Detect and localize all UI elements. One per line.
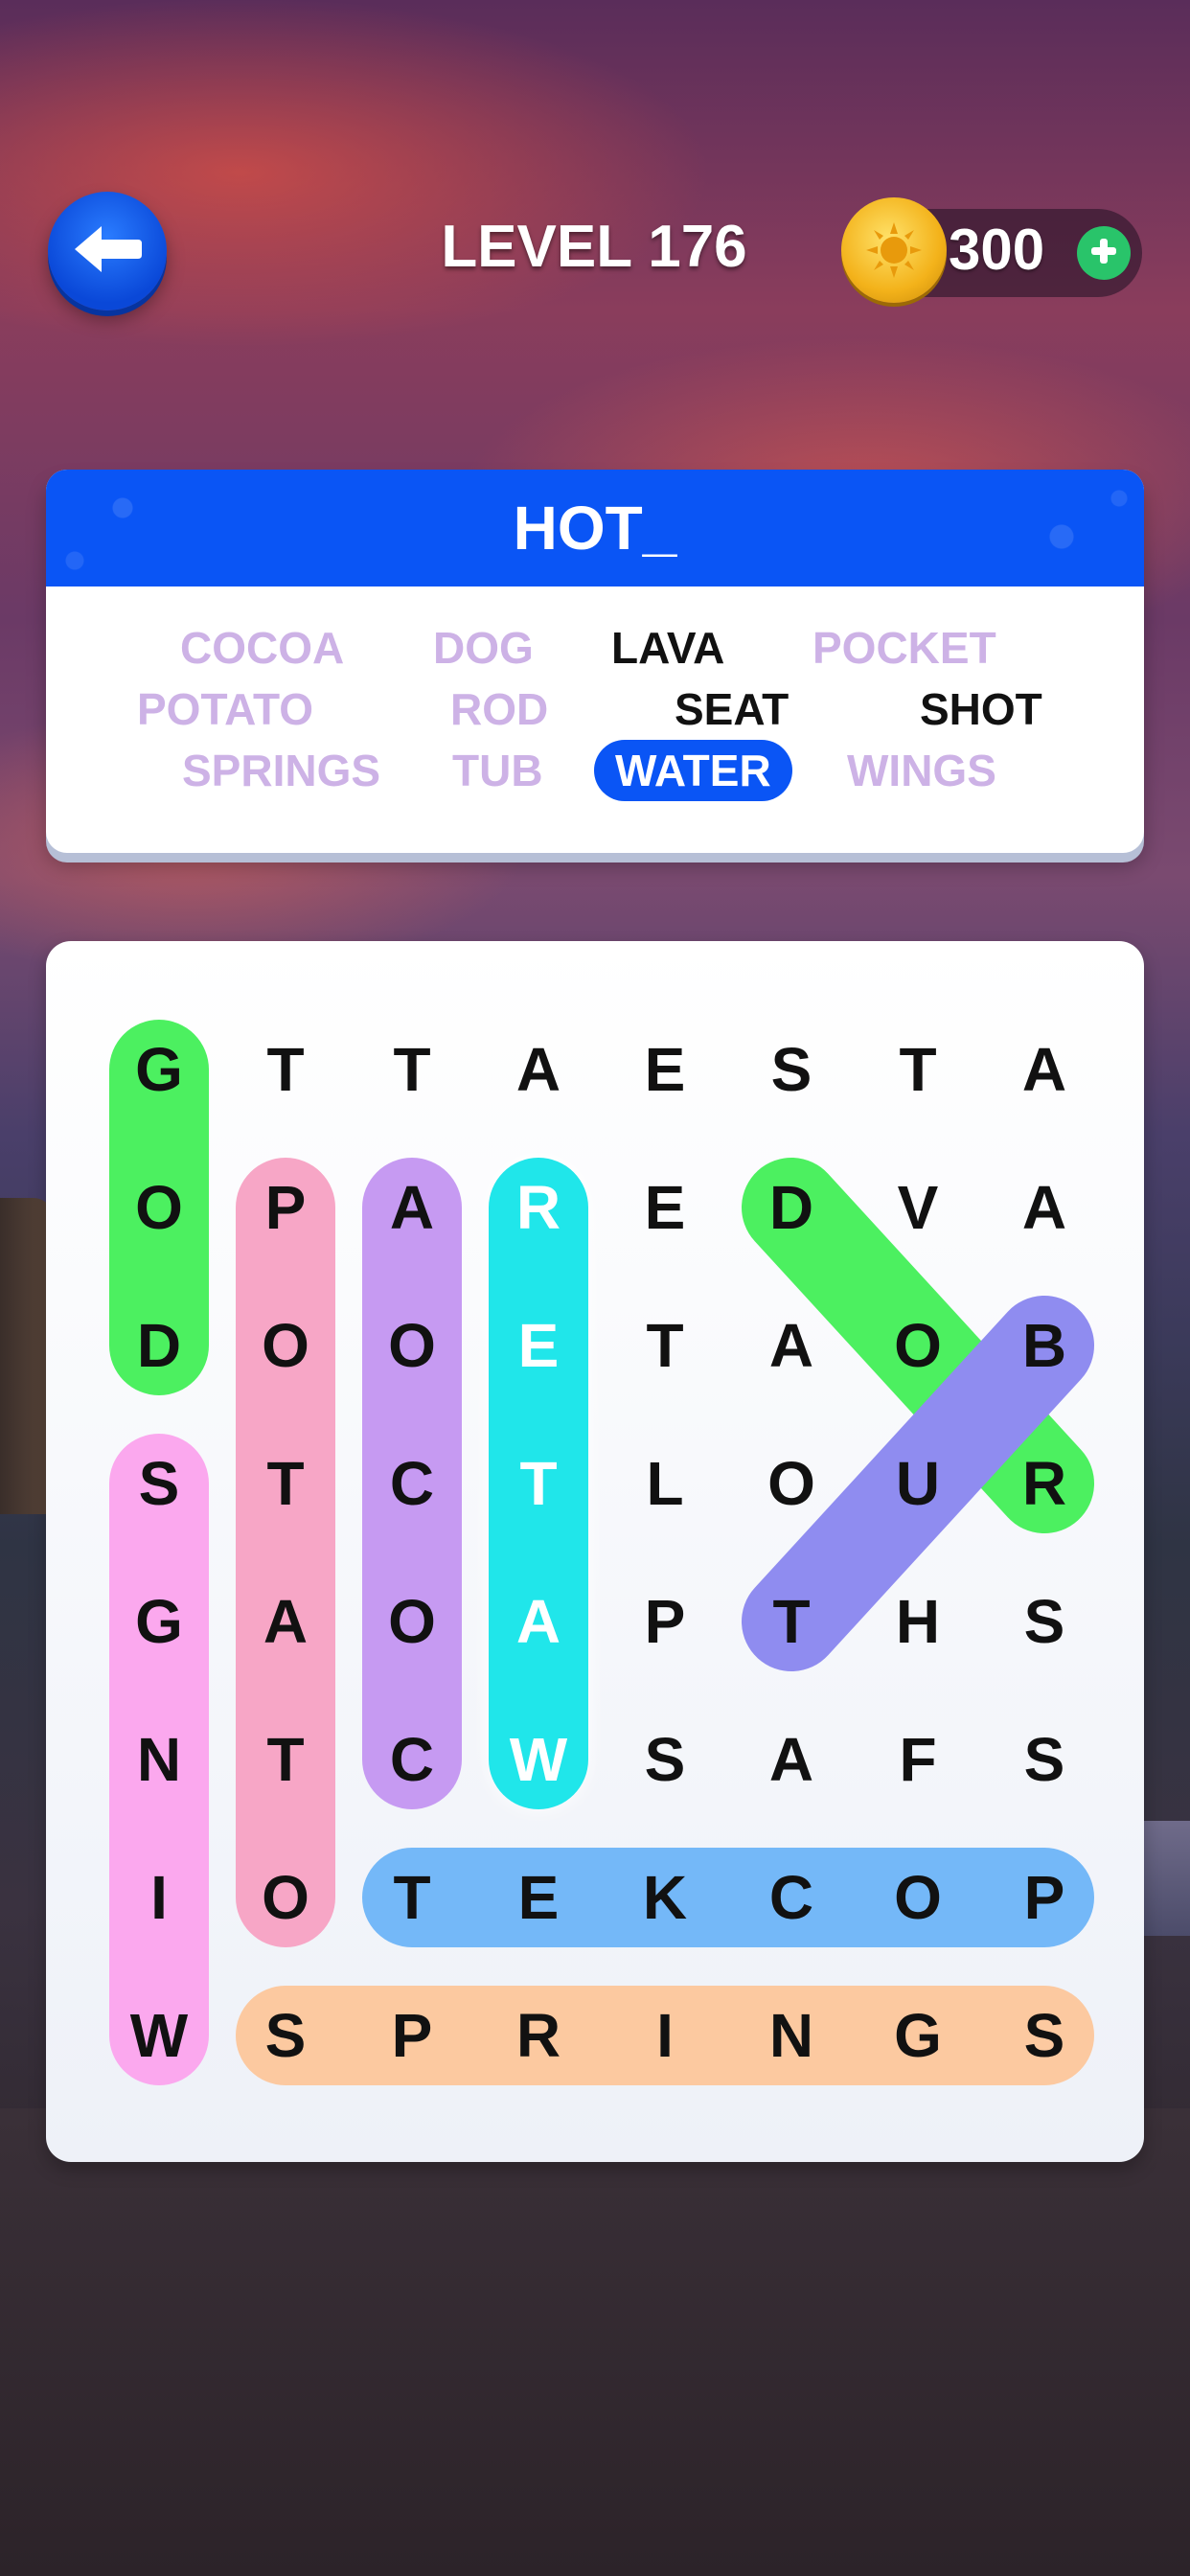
grid-letter[interactable]: S [645,1725,686,1794]
grid-letter[interactable]: S [1024,2001,1065,2070]
grid-letter[interactable]: O [388,1587,436,1656]
add-coins-button[interactable] [1077,226,1131,280]
grid-letter[interactable]: S [265,2001,307,2070]
grid-letter[interactable]: O [135,1173,183,1242]
grid-letter[interactable]: S [771,1035,812,1104]
grid-letter[interactable]: O [262,1311,309,1380]
grid-letter[interactable]: G [135,1035,183,1104]
grid-letter[interactable]: A [390,1173,434,1242]
grid-letter[interactable]: W [130,2001,189,2070]
rocky-ground [0,2108,1190,2576]
grid-letter[interactable]: T [899,1035,936,1104]
plus-icon [1087,235,1120,271]
word-item: DOG [433,623,534,673]
grid-letter[interactable]: C [390,1725,434,1794]
grid-letter[interactable]: H [896,1587,940,1656]
word-item: POCKET [812,623,996,673]
word-item: COCOA [180,623,345,673]
grid-letter[interactable]: D [137,1311,181,1380]
grid-letter[interactable]: N [769,2001,813,2070]
word-item: SHOT [920,684,1042,734]
back-button[interactable] [48,192,167,310]
sun-coin-icon [841,197,947,303]
grid-letter[interactable]: G [135,1587,183,1656]
grid-letter[interactable]: E [645,1035,686,1104]
grid-letter[interactable]: T [393,1863,430,1932]
grid-letter[interactable]: G [894,2001,942,2070]
grid-letter[interactable]: K [643,1863,687,1932]
grid-letter[interactable]: A [516,1035,561,1104]
grid-letter[interactable]: P [392,2001,433,2070]
grid-letter[interactable]: P [1024,1863,1065,1932]
grid-letter[interactable]: R [516,1173,561,1242]
arrow-left-icon [69,220,146,282]
word-item: LAVA [611,623,725,673]
letter-grid-panel: GTTAESTAOPAREDVADOOETAOBSTCTLOURGAOAPTHS… [46,941,1144,2162]
grid-letter[interactable]: T [646,1311,683,1380]
grid-letter[interactable]: L [646,1449,683,1518]
word-item: SPRINGS [182,746,381,795]
grid-letter[interactable]: V [898,1173,939,1242]
grid-letter[interactable]: A [1022,1035,1066,1104]
grid-letter[interactable]: C [390,1449,434,1518]
grid-letter[interactable]: A [1022,1173,1066,1242]
card-header: HOT_ [46,470,1144,586]
coin-count: 300 [949,218,1045,282]
grid-letter[interactable]: T [266,1449,304,1518]
grid-letter[interactable]: A [263,1587,308,1656]
theme-title: HOT_ [513,494,677,563]
grid-letter[interactable]: A [516,1587,561,1656]
word-list-card: HOT_ COCOA DOG LAVA POCKET POTATO ROD SE… [46,470,1144,853]
grid-letter[interactable]: O [767,1449,815,1518]
letter-grid[interactable]: G T T A E S T AO P A R E D V AD O O E T A O BS T C T L O U RG A O A P T H S… [46,941,1144,2162]
grid-letter[interactable]: O [388,1311,436,1380]
grid-letter[interactable]: I [150,1863,168,1932]
grid-letter[interactable]: W [510,1725,568,1794]
grid-letter[interactable]: U [896,1449,940,1518]
grid-letter[interactable]: O [262,1863,309,1932]
grid-letter[interactable]: S [139,1449,180,1518]
grid-letter[interactable]: T [266,1725,304,1794]
grid-letter[interactable]: P [645,1587,686,1656]
grid-letter[interactable]: T [519,1449,557,1518]
grid-letter[interactable]: B [1022,1311,1066,1380]
grid-letter[interactable]: D [769,1173,813,1242]
grid-letter[interactable]: R [1022,1449,1066,1518]
word-item: TUB [452,746,543,795]
grid-letter[interactable]: S [1024,1587,1065,1656]
grid-letter[interactable]: T [266,1035,304,1104]
grid-letter[interactable]: I [656,2001,674,2070]
word-item: POTATO [137,684,313,734]
grid-letter[interactable]: E [518,1863,560,1932]
grid-letter[interactable]: R [516,2001,561,2070]
cliff-background [0,1198,53,1514]
grid-letter[interactable]: T [393,1035,430,1104]
grid-letter[interactable]: F [899,1725,936,1794]
level-title: LEVEL 176 [441,214,747,280]
grid-letter[interactable]: A [769,1725,813,1794]
grid-letter[interactable]: N [137,1725,181,1794]
grid-letter[interactable]: T [772,1587,810,1656]
word-item: SEAT [675,684,790,734]
grid-letter[interactable]: A [769,1311,813,1380]
word-item: ROD [450,684,549,734]
grid-letter[interactable]: E [518,1311,560,1380]
grid-letter[interactable]: O [894,1311,942,1380]
grid-letter[interactable]: O [894,1863,942,1932]
grid-letter[interactable]: E [645,1173,686,1242]
word-item: WATER [594,740,792,801]
grid-letter[interactable]: P [265,1173,307,1242]
grid-letter[interactable]: C [769,1863,813,1932]
word-item: WINGS [847,746,996,795]
grid-letter[interactable]: S [1024,1725,1065,1794]
